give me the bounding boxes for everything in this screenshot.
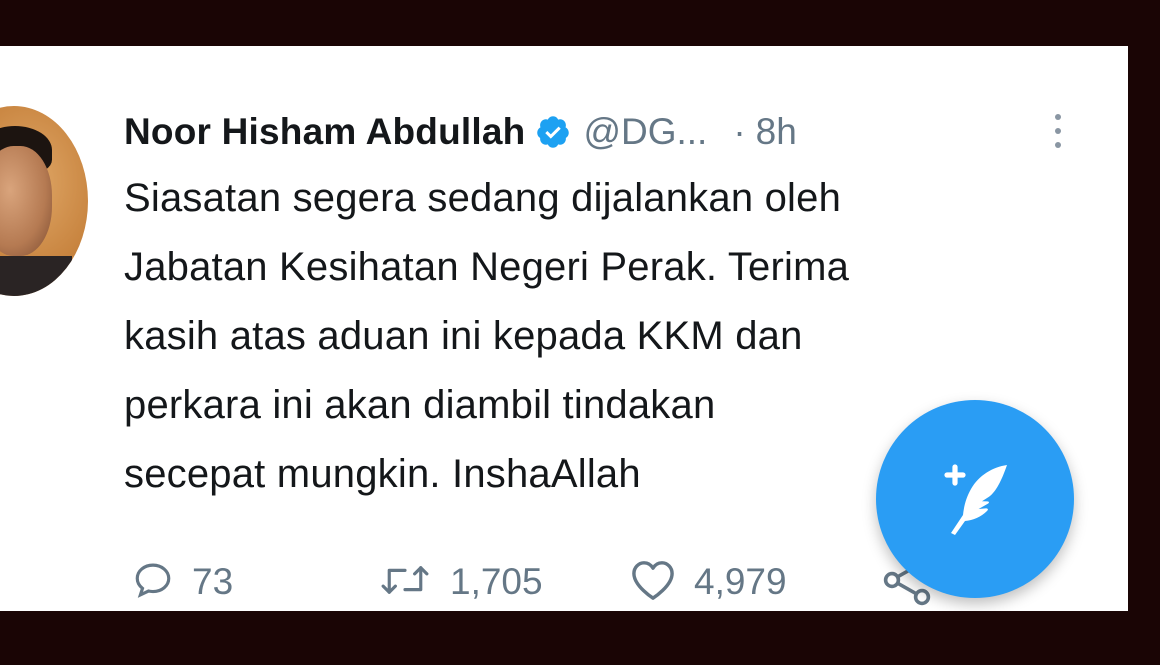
tweet-header: Noor Hisham Abdullah @DG... · 8h <box>124 104 797 160</box>
heart-icon <box>630 559 676 606</box>
tweet-actions: 73 1,705 4,979 <box>132 552 972 611</box>
retweet-icon <box>378 559 432 606</box>
tweet-card[interactable]: Noor Hisham Abdullah @DG... · 8h Siasata… <box>0 46 1128 611</box>
separator-dot: · <box>733 111 746 152</box>
tweet-text-line: Siasatan segera sedang dijalankan oleh <box>124 176 842 220</box>
bottom-frame-border <box>0 611 1160 665</box>
compose-tweet-icon <box>927 449 1023 550</box>
compose-tweet-button[interactable] <box>876 400 1074 598</box>
author-name[interactable]: Noor Hisham Abdullah <box>124 111 525 153</box>
reply-button[interactable]: 73 <box>132 552 233 611</box>
reply-count: 73 <box>192 561 234 602</box>
like-button[interactable]: 4,979 <box>630 552 787 611</box>
avatar[interactable] <box>0 106 88 296</box>
tweet-text-line: kasih atas aduan ini kepada KKM dan <box>124 314 803 358</box>
verified-badge-icon <box>535 114 571 150</box>
tweet-timestamp[interactable]: 8h <box>756 111 797 153</box>
retweet-button[interactable]: 1,705 <box>378 552 543 611</box>
author-handle[interactable]: @DG... <box>583 111 707 153</box>
reply-icon <box>132 559 174 606</box>
more-vertical-icon[interactable] <box>1046 108 1070 154</box>
tweet-text-line: Jabatan Kesihatan Negeri Perak. Terima <box>124 245 850 289</box>
retweet-count: 1,705 <box>450 561 543 602</box>
like-count: 4,979 <box>694 561 787 602</box>
top-frame-border <box>0 0 1160 46</box>
